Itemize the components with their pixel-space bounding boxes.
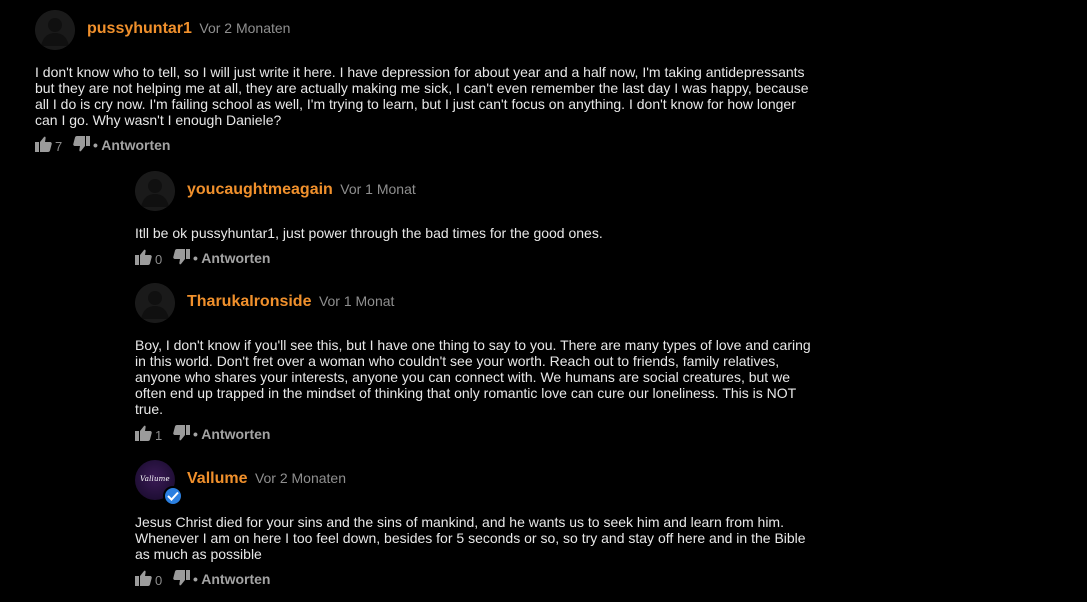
thumbs-up-icon bbox=[135, 249, 152, 265]
comment: pussyhuntar1 Vor 2 Monaten I don't know … bbox=[35, 10, 809, 154]
comment-timestamp: Vor 2 Monaten bbox=[199, 20, 291, 36]
like-count: 0 bbox=[155, 573, 163, 588]
avatar[interactable] bbox=[135, 171, 175, 211]
thumbs-down-icon bbox=[73, 136, 90, 152]
comment-actions: 1 • Antworten bbox=[135, 425, 825, 443]
like-count: 0 bbox=[155, 252, 163, 267]
comment-meta: pussyhuntar1 Vor 2 Monaten bbox=[87, 20, 290, 38]
comment-timestamp: Vor 2 Monaten bbox=[254, 470, 346, 486]
like-button[interactable] bbox=[35, 136, 52, 155]
comment-username[interactable]: pussyhuntar1 bbox=[87, 20, 192, 37]
comment-actions: 0 • Antworten bbox=[135, 570, 825, 588]
dislike-button[interactable] bbox=[173, 425, 190, 444]
thumbs-up-icon bbox=[135, 425, 152, 441]
thumbs-down-icon bbox=[173, 570, 190, 586]
comment-header: Vallume Vallume Vor 2 Monaten bbox=[135, 460, 825, 506]
dislike-button[interactable] bbox=[73, 136, 90, 155]
comment-actions: 0 • Antworten bbox=[135, 249, 825, 267]
comment-text: Itll be ok pussyhuntar1, just power thro… bbox=[135, 225, 603, 241]
like-count: 1 bbox=[155, 428, 163, 443]
reply-link[interactable]: • Antworten bbox=[93, 137, 171, 153]
comment-username[interactable]: youcaughtmeagain bbox=[187, 181, 333, 198]
comment-meta: Vallume Vor 2 Monaten bbox=[187, 470, 346, 488]
user-silhouette-icon bbox=[135, 171, 175, 211]
like-button[interactable] bbox=[135, 570, 152, 589]
comment-header: TharukaIronside Vor 1 Monat bbox=[135, 283, 825, 323]
comment-header: pussyhuntar1 Vor 2 Monaten bbox=[35, 10, 725, 50]
thumbs-up-icon bbox=[135, 570, 152, 586]
dislike-button[interactable] bbox=[173, 570, 190, 589]
reply-comment: youcaughtmeagain Vor 1 Monat Itll be ok … bbox=[135, 171, 825, 267]
like-button[interactable] bbox=[135, 425, 152, 444]
user-silhouette-icon bbox=[135, 283, 175, 323]
comment-username[interactable]: TharukaIronside bbox=[187, 293, 311, 310]
like-count: 7 bbox=[55, 139, 63, 154]
comment-text: I don't know who to tell, so I will just… bbox=[35, 64, 809, 128]
comment-text: Jesus Christ died for your sins and the … bbox=[135, 514, 806, 562]
comment-meta: youcaughtmeagain Vor 1 Monat bbox=[187, 181, 416, 199]
thumbs-up-icon bbox=[35, 136, 52, 152]
reply-link[interactable]: • Antworten bbox=[193, 250, 271, 266]
verified-badge bbox=[163, 486, 183, 506]
avatar[interactable] bbox=[35, 10, 75, 50]
reply-comment: TharukaIronside Vor 1 Monat Boy, I don't… bbox=[135, 283, 825, 443]
thumbs-down-icon bbox=[173, 425, 190, 441]
avatar[interactable] bbox=[135, 283, 175, 323]
comment-username[interactable]: Vallume bbox=[187, 470, 247, 487]
dislike-button[interactable] bbox=[173, 249, 190, 268]
comment-timestamp: Vor 1 Monat bbox=[318, 293, 395, 309]
reply-link[interactable]: • Antworten bbox=[193, 426, 271, 442]
comment-timestamp: Vor 1 Monat bbox=[340, 181, 416, 197]
comment-actions: 7 • Antworten bbox=[35, 136, 725, 154]
checkmark-icon bbox=[167, 491, 179, 501]
avatar-logo-text: Vallume bbox=[140, 475, 170, 483]
reply-link[interactable]: • Antworten bbox=[193, 571, 271, 587]
comment-meta: TharukaIronside Vor 1 Monat bbox=[187, 293, 394, 311]
comment-text: Boy, I don't know if you'll see this, bu… bbox=[135, 337, 811, 417]
reply-comment: Vallume Vallume Vor 2 Monaten Jesus Chri… bbox=[135, 460, 825, 588]
thumbs-down-icon bbox=[173, 249, 190, 265]
comment-header: youcaughtmeagain Vor 1 Monat bbox=[135, 171, 825, 211]
like-button[interactable] bbox=[135, 249, 152, 268]
user-silhouette-icon bbox=[35, 10, 75, 50]
